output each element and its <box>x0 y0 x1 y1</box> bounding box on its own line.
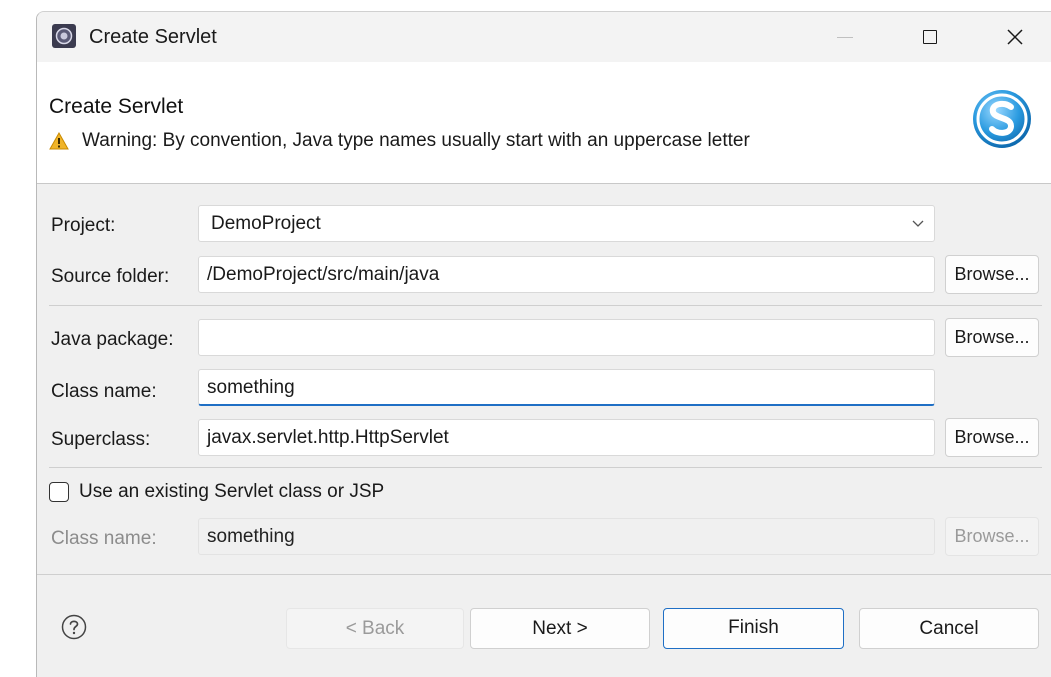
close-button[interactable] <box>992 12 1038 62</box>
wizard-banner: Create Servlet Warning: By convention, J… <box>37 62 1051 184</box>
section-separator <box>49 305 1042 306</box>
source-folder-browse-button[interactable]: Browse... <box>945 255 1039 294</box>
section-separator <box>49 467 1042 468</box>
eclipse-app-icon <box>52 24 76 48</box>
existing-class-name-label: Class name: <box>51 528 157 549</box>
window-title: Create Servlet <box>89 26 217 48</box>
create-servlet-dialog: Create Servlet Create Servlet Warning: B… <box>36 11 1051 677</box>
source-folder-label: Source folder: <box>51 266 170 287</box>
existing-class-name-value: something <box>207 526 295 547</box>
superclass-input[interactable]: javax.servlet.http.HttpServlet <box>198 419 935 456</box>
warning-icon <box>49 132 69 150</box>
source-folder-value: /DemoProject/src/main/java <box>207 264 440 285</box>
page-title: Create Servlet <box>49 95 184 118</box>
minimize-button[interactable] <box>822 12 868 62</box>
maximize-icon <box>923 30 937 44</box>
close-icon <box>1007 29 1023 45</box>
maximize-button[interactable] <box>907 12 953 62</box>
warning-message: Warning: By convention, Java type names … <box>82 130 750 151</box>
existing-class-name-input: something <box>198 518 935 555</box>
minimize-icon <box>837 36 853 38</box>
java-package-input[interactable] <box>198 319 935 356</box>
next-button[interactable]: Next > <box>470 608 650 649</box>
project-label: Project: <box>51 215 116 236</box>
class-name-value: something <box>207 377 295 398</box>
existing-class-browse-button: Browse... <box>945 517 1039 556</box>
java-package-browse-button[interactable]: Browse... <box>945 318 1039 357</box>
back-button: < Back <box>286 608 464 649</box>
class-name-label: Class name: <box>51 381 157 402</box>
use-existing-label[interactable]: Use an existing Servlet class or JSP <box>79 481 384 503</box>
cancel-button[interactable]: Cancel <box>859 608 1039 649</box>
superclass-label: Superclass: <box>51 429 151 450</box>
footer-separator <box>37 574 1051 575</box>
project-value: DemoProject <box>211 213 321 234</box>
class-name-input[interactable]: something <box>198 369 935 406</box>
help-icon[interactable] <box>61 614 87 640</box>
use-existing-checkbox[interactable] <box>49 482 69 502</box>
project-dropdown[interactable]: DemoProject <box>198 205 935 242</box>
superclass-browse-button[interactable]: Browse... <box>945 418 1039 457</box>
finish-button[interactable]: Finish <box>663 608 844 649</box>
title-bar: Create Servlet <box>37 12 1051 62</box>
superclass-value: javax.servlet.http.HttpServlet <box>207 427 449 448</box>
servlet-logo-icon <box>973 90 1031 148</box>
chevron-down-icon <box>912 220 924 227</box>
java-package-label: Java package: <box>51 329 174 350</box>
source-folder-input[interactable]: /DemoProject/src/main/java <box>198 256 935 293</box>
